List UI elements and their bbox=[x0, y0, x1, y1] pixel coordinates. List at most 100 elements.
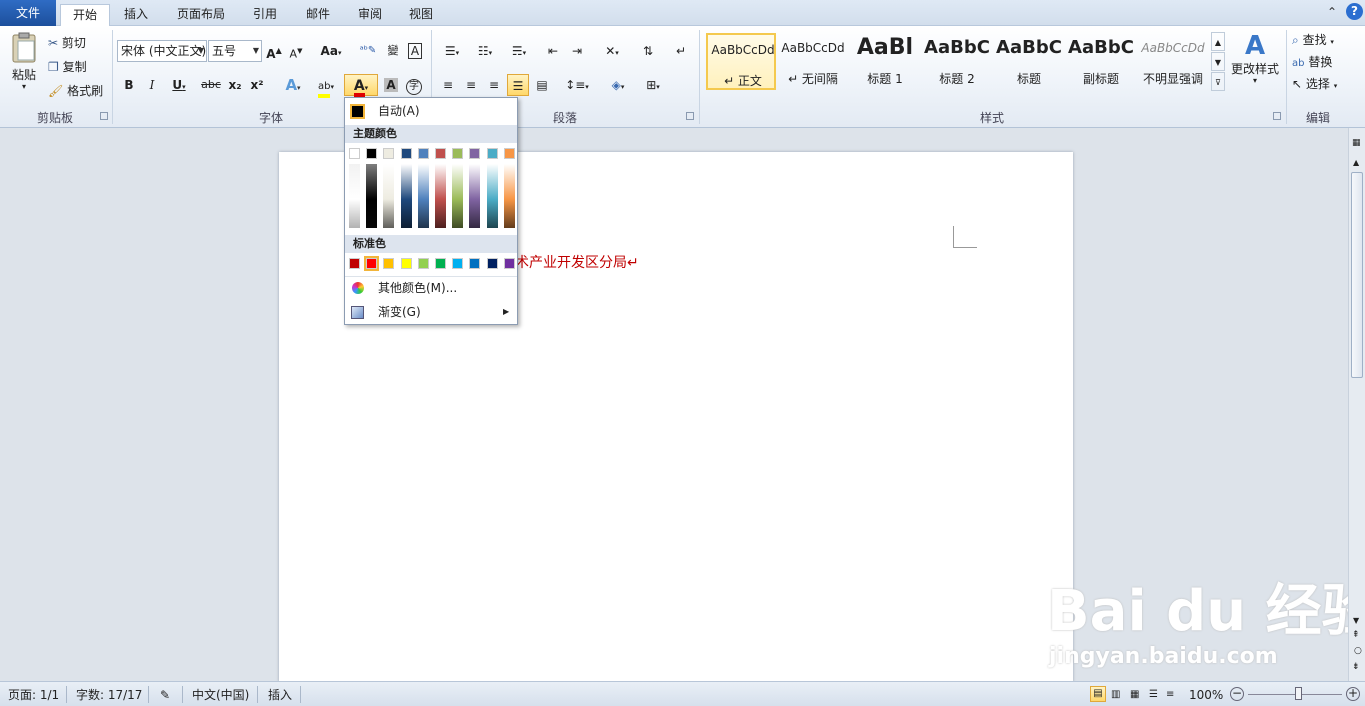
theme-shade-column[interactable] bbox=[503, 164, 515, 228]
theme-color-swatch[interactable] bbox=[469, 148, 481, 159]
style-normal[interactable]: AaBbCcDd ↵ 正文 bbox=[706, 33, 776, 90]
style-heading-2[interactable]: AaBbC 标题 2 bbox=[922, 33, 992, 90]
gradient-item[interactable]: 渐变(G) ▶ bbox=[345, 301, 517, 323]
underline-button[interactable]: U▾ bbox=[166, 74, 192, 96]
replace-button[interactable]: ab 替换 bbox=[1292, 51, 1354, 73]
standard-color-swatch[interactable] bbox=[349, 258, 360, 269]
style-subtitle[interactable]: AaBbC 副标题 bbox=[1066, 33, 1136, 90]
prev-page-icon[interactable]: ⇞ bbox=[1352, 630, 1360, 640]
theme-shade-column[interactable] bbox=[417, 164, 429, 228]
tab-review[interactable]: 审阅 bbox=[348, 4, 392, 26]
standard-color-swatch[interactable] bbox=[486, 258, 498, 269]
styles-scroll-down[interactable]: ▼ bbox=[1211, 52, 1225, 71]
paragraph-dialog-launcher[interactable] bbox=[686, 112, 694, 120]
zoom-level[interactable]: 100% bbox=[1189, 686, 1223, 704]
justify-button[interactable]: ☰ bbox=[507, 74, 529, 96]
phonetic-guide-button[interactable]: 變 bbox=[383, 40, 403, 62]
theme-shade-column[interactable] bbox=[383, 164, 395, 228]
increase-indent-button[interactable]: ⇥ bbox=[567, 40, 587, 62]
theme-color-swatch[interactable] bbox=[349, 148, 360, 159]
italic-button[interactable]: I bbox=[143, 74, 161, 96]
word-count[interactable]: 字数: 17/17 bbox=[76, 686, 142, 704]
theme-color-swatch[interactable] bbox=[486, 148, 498, 159]
shrink-font-button[interactable]: A▼ bbox=[287, 40, 305, 62]
font-name-combo[interactable]: 宋体 (中文正文) ▼ bbox=[117, 40, 207, 62]
select-button[interactable]: ↖ 选择 ▾ bbox=[1292, 73, 1354, 95]
auto-color-item[interactable]: 自动(A) bbox=[345, 100, 517, 122]
styles-scroll-up[interactable]: ▲ bbox=[1211, 32, 1225, 51]
tab-view[interactable]: 视图 bbox=[399, 4, 443, 26]
change-case-button[interactable]: Aa▾ bbox=[318, 40, 344, 62]
find-button[interactable]: ⌕ 查找 ▾ bbox=[1292, 29, 1354, 51]
shading-button[interactable]: ◈▾ bbox=[604, 74, 632, 96]
standard-color-swatch[interactable] bbox=[417, 258, 429, 269]
clear-format-button[interactable]: ᵃᵇ✎ bbox=[359, 40, 377, 62]
more-colors-item[interactable]: 其他颜色(M)... bbox=[345, 276, 517, 298]
theme-color-swatch[interactable] bbox=[400, 148, 412, 159]
help-icon[interactable]: ? bbox=[1346, 3, 1363, 20]
asian-layout-button[interactable]: ✕▾ bbox=[598, 40, 626, 62]
standard-color-swatch[interactable] bbox=[383, 258, 395, 269]
draft-view-icon[interactable]: ≡ bbox=[1166, 686, 1174, 704]
theme-shade-column[interactable] bbox=[435, 164, 446, 228]
styles-more[interactable]: ⊽ bbox=[1211, 72, 1225, 91]
align-center-button[interactable]: ≡ bbox=[461, 74, 481, 96]
align-left-button[interactable]: ≡ bbox=[438, 74, 458, 96]
change-styles-button[interactable]: A 更改样式 ▾ bbox=[1229, 30, 1281, 100]
grow-font-button[interactable]: A▲ bbox=[265, 40, 283, 62]
theme-shade-column[interactable] bbox=[469, 164, 481, 228]
font-color-button[interactable]: A▾ bbox=[344, 74, 378, 97]
full-screen-view-icon[interactable]: ▥ bbox=[1111, 686, 1120, 704]
theme-color-swatch[interactable] bbox=[452, 148, 464, 159]
tab-page-layout[interactable]: 页面布局 bbox=[168, 4, 234, 26]
theme-shade-column[interactable] bbox=[486, 164, 498, 228]
browse-object-icon[interactable]: ○ bbox=[1354, 646, 1362, 656]
cut-button[interactable]: ✂ 剪切 bbox=[48, 32, 108, 54]
outline-view-icon[interactable]: ☰ bbox=[1149, 686, 1158, 704]
theme-shade-column[interactable] bbox=[452, 164, 464, 228]
standard-color-swatch[interactable] bbox=[435, 258, 446, 269]
superscript-button[interactable]: x² bbox=[248, 74, 266, 96]
zoom-in-icon[interactable]: + bbox=[1346, 687, 1360, 701]
multilevel-list-button[interactable]: ☴▾ bbox=[505, 40, 533, 62]
bullets-button[interactable]: ☰▾ bbox=[438, 40, 466, 62]
char-border-button[interactable]: A bbox=[406, 40, 424, 62]
decrease-indent-button[interactable]: ⇤ bbox=[543, 40, 563, 62]
strikethrough-button[interactable]: abc bbox=[200, 74, 222, 96]
scroll-up-icon[interactable]: ▲ bbox=[1353, 158, 1359, 167]
theme-color-swatch[interactable] bbox=[383, 148, 395, 159]
print-layout-view-icon[interactable]: ▤ bbox=[1090, 686, 1106, 702]
minimize-ribbon-icon[interactable]: ⌃ bbox=[1327, 5, 1337, 19]
style-no-spacing[interactable]: AaBbCcDd ↵ 无间隔 bbox=[778, 33, 848, 90]
theme-color-swatch[interactable] bbox=[435, 148, 446, 159]
theme-color-swatch[interactable] bbox=[366, 148, 378, 159]
distribute-button[interactable]: ▤ bbox=[532, 74, 552, 96]
show-marks-button[interactable]: ↵ bbox=[672, 40, 690, 62]
insert-mode[interactable]: 插入 bbox=[268, 686, 292, 704]
tab-insert[interactable]: 插入 bbox=[114, 4, 158, 26]
style-heading-1[interactable]: AaBl 标题 1 bbox=[850, 33, 920, 90]
theme-shade-column[interactable] bbox=[349, 164, 360, 228]
borders-button[interactable]: ⊞▾ bbox=[639, 74, 667, 96]
standard-color-swatch[interactable] bbox=[400, 258, 412, 269]
char-shading-button[interactable]: A bbox=[382, 74, 400, 96]
standard-color-swatch[interactable] bbox=[469, 258, 481, 269]
language-indicator[interactable]: 中文(中国) bbox=[192, 686, 249, 704]
paste-button[interactable]: 粘贴 ▾ bbox=[6, 30, 42, 100]
standard-color-swatch[interactable] bbox=[452, 258, 464, 269]
align-right-button[interactable]: ≡ bbox=[484, 74, 504, 96]
standard-color-swatch[interactable] bbox=[364, 256, 380, 271]
vertical-scrollbar[interactable]: ▦ ▲ ▼ ⇞ ○ ⇟ bbox=[1348, 128, 1365, 681]
tab-mailings[interactable]: 邮件 bbox=[296, 4, 340, 26]
clipboard-dialog-launcher[interactable] bbox=[100, 112, 108, 120]
sort-button[interactable]: ⇅ bbox=[638, 40, 658, 62]
tab-home[interactable]: 开始 bbox=[60, 4, 110, 27]
ruler-toggle-icon[interactable]: ▦ bbox=[1352, 138, 1361, 148]
style-subtle-emphasis[interactable]: AaBbCcDd 不明显强调 bbox=[1138, 33, 1208, 90]
styles-dialog-launcher[interactable] bbox=[1273, 112, 1281, 120]
next-page-icon[interactable]: ⇟ bbox=[1352, 662, 1360, 672]
line-spacing-button[interactable]: ↕≡▾ bbox=[563, 74, 591, 96]
tab-file[interactable]: 文件 bbox=[0, 0, 56, 26]
theme-shade-column[interactable] bbox=[400, 164, 412, 228]
bold-button[interactable]: B bbox=[120, 74, 138, 96]
